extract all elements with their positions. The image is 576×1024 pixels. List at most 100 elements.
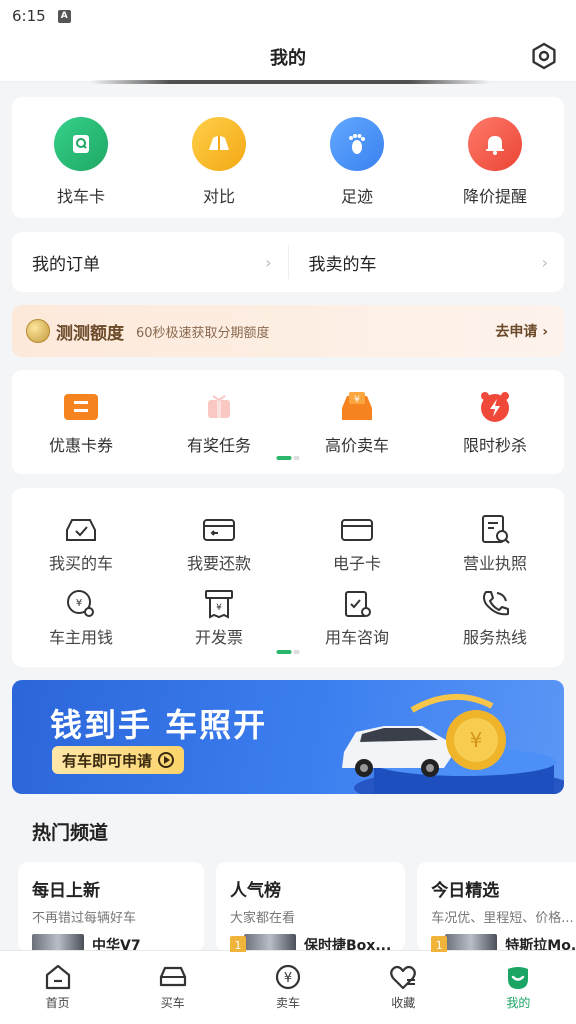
- hot-channels-row: 每日上新 不再错过每辆好车 中华V7 人气榜 大家都在看 1 保时捷Box...…: [18, 862, 576, 952]
- profile-icon: [508, 967, 529, 989]
- service-consult[interactable]: 用车咨询: [288, 588, 426, 648]
- promo-label: 有奖任务: [186, 436, 251, 455]
- quick-action-label: 找车卡: [56, 187, 105, 206]
- banner-headline: 钱到手 车照开: [50, 706, 268, 744]
- repay-icon: [203, 519, 235, 541]
- banner-cta-button[interactable]: 有车即可申请: [52, 746, 185, 774]
- service-hotline[interactable]: 服务热线: [426, 588, 564, 648]
- compare-icon: [192, 117, 246, 171]
- channel-card-daily-new[interactable]: 每日上新 不再错过每辆好车 中华V7: [18, 862, 204, 952]
- chevron-right-icon: ›: [541, 252, 548, 272]
- e-card-icon: [341, 519, 373, 541]
- promo-label: 限时秒杀: [462, 436, 527, 455]
- service-license[interactable]: 营业执照: [426, 514, 564, 574]
- top-nav: 我的: [0, 32, 576, 82]
- orders-card: 我的订单 › 我卖的车 ›: [12, 232, 564, 292]
- car-card-icon: [54, 117, 108, 171]
- notification-a-icon: A: [57, 9, 71, 23]
- status-bar: 6:15 A: [0, 0, 576, 32]
- footprint-icon: [330, 117, 384, 171]
- promo-flash-sale[interactable]: 限时秒杀: [435, 390, 555, 474]
- tab-buy-car[interactable]: 买车: [115, 951, 230, 1024]
- quick-action-price-alert[interactable]: 降价提醒: [440, 117, 550, 218]
- invoice-icon: ¥: [205, 590, 233, 619]
- promo-pager: [276, 456, 300, 460]
- service-bought-car[interactable]: 我买的车: [12, 514, 150, 574]
- home-icon: [45, 964, 70, 990]
- tab-favorites[interactable]: 收藏: [346, 951, 461, 1024]
- svg-text:¥: ¥: [216, 603, 222, 613]
- settings-icon[interactable]: [530, 42, 558, 70]
- tab-label: 我的: [506, 996, 531, 1010]
- quick-actions-card: 找车卡 对比 足迹 降价提醒: [12, 97, 564, 218]
- channel-title: 每日上新: [32, 881, 100, 901]
- svg-text:¥: ¥: [284, 971, 292, 986]
- tab-profile[interactable]: 我的: [461, 951, 576, 1024]
- channel-subtitle: 车况优、里程短、价格...: [431, 911, 574, 926]
- gift-task-icon: [208, 395, 230, 418]
- credit-name: 测测额度: [56, 323, 124, 344]
- service-label: 服务热线: [462, 628, 527, 647]
- tab-label: 卖车: [276, 996, 301, 1010]
- chevron-right-icon: ›: [265, 252, 272, 272]
- bell-icon: [468, 117, 522, 171]
- promo-coupon[interactable]: 优惠卡券: [21, 390, 141, 474]
- banner-cta-label: 有车即可申请: [62, 751, 153, 770]
- my-sold-cars-link[interactable]: 我卖的车 ›: [289, 232, 565, 292]
- tab-sell-car[interactable]: ¥ 卖车: [230, 951, 345, 1024]
- play-icon: [158, 752, 175, 768]
- service-label: 我要还款: [186, 554, 251, 573]
- channel-card-popular[interactable]: 人气榜 大家都在看 1 保时捷Box...: [216, 862, 406, 952]
- services-card: 我买的车 我要还款 电子卡 营业执照 ¥ 车主用钱 ¥ 开发票 用车咨询 服务热…: [12, 488, 564, 667]
- tab-home[interactable]: 首页: [0, 951, 115, 1024]
- my-orders-link[interactable]: 我的订单 ›: [12, 232, 288, 292]
- credit-banner[interactable]: 测测额度 60秒极速获取分期额度 去申请 ›: [12, 305, 564, 357]
- sell-car-icon: ¥: [342, 392, 372, 420]
- quick-action-compare[interactable]: 对比: [164, 117, 274, 218]
- sell-yuan-icon: ¥: [275, 964, 301, 990]
- channel-subtitle: 大家都在看: [230, 911, 296, 926]
- quick-action-footprint[interactable]: 足迹: [302, 117, 412, 218]
- services-pager: [276, 650, 300, 654]
- header-shadow-line: [90, 80, 490, 84]
- flash-sale-icon: [481, 392, 509, 422]
- tab-label: 收藏: [391, 996, 416, 1010]
- credit-apply-label: 去申请: [495, 324, 538, 340]
- consult-icon: [345, 591, 371, 617]
- channel-card-daily-pick[interactable]: 今日精选 车况优、里程短、价格... 1 特斯拉Mo...: [417, 862, 576, 952]
- license-icon: [482, 515, 510, 544]
- channel-subtitle: 不再错过每辆好车: [32, 911, 137, 926]
- bottom-tab-bar: 首页 买车 ¥ 卖车 收藏 我的: [0, 950, 576, 1024]
- my-sold-label: 我卖的车: [308, 254, 377, 275]
- my-orders-label: 我的订单: [32, 254, 100, 275]
- promo-sell-high[interactable]: ¥ 高价卖车: [297, 390, 417, 474]
- service-label: 电子卡: [332, 554, 381, 573]
- svg-text:¥: ¥: [354, 395, 360, 405]
- service-invoice[interactable]: ¥ 开发票: [150, 588, 288, 648]
- service-owner-loan[interactable]: ¥ 车主用钱: [12, 588, 150, 648]
- bought-car-icon: [66, 519, 96, 541]
- quick-action-label: 足迹: [340, 187, 373, 206]
- service-label: 我买的车: [48, 554, 113, 573]
- rank-badge: 1: [431, 936, 448, 952]
- promo-card: 优惠卡券 有奖任务 ¥ 高价卖车 限时秒杀: [12, 370, 564, 474]
- page-title: 我的: [270, 47, 306, 69]
- tab-label: 买车: [160, 996, 185, 1010]
- promo-task[interactable]: 有奖任务: [159, 390, 279, 474]
- credit-apply-link[interactable]: 去申请 ›: [495, 321, 548, 341]
- service-repay[interactable]: 我要还款: [150, 514, 288, 574]
- service-e-card[interactable]: 电子卡: [288, 514, 426, 574]
- quick-action-car-card[interactable]: 找车卡: [26, 117, 136, 218]
- credit-desc: 60秒极速获取分期额度: [136, 325, 270, 341]
- svg-text:¥: ¥: [76, 598, 82, 609]
- channel-title: 人气榜: [230, 881, 281, 901]
- quick-action-label: 降价提醒: [462, 187, 527, 206]
- owner-loan-icon: ¥: [67, 590, 94, 617]
- loan-banner[interactable]: 钱到手 车照开 有车即可申请 ¥: [12, 680, 564, 794]
- status-time: 6:15: [12, 7, 46, 25]
- coin-icon: [26, 319, 50, 343]
- service-label: 营业执照: [462, 554, 527, 573]
- promo-label: 高价卖车: [324, 436, 389, 455]
- service-label: 用车咨询: [324, 628, 389, 647]
- car-coin-illustration: ¥: [342, 694, 564, 794]
